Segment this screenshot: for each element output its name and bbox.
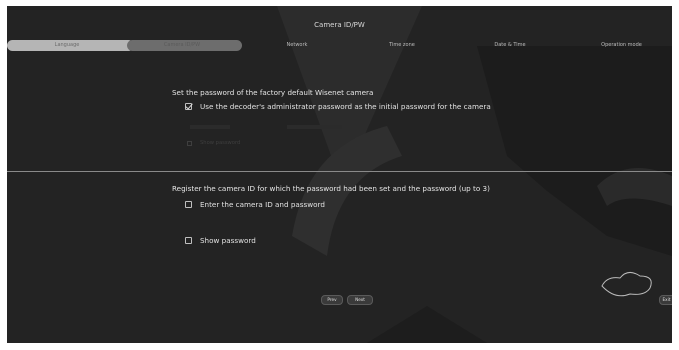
enter-camera-id-label: Enter the camera ID and password: [200, 200, 325, 209]
page-title: Camera ID/PW: [314, 21, 365, 29]
step-time-zone: Time zone: [389, 42, 415, 48]
section-divider: [7, 171, 672, 172]
faded-field-label-1: [190, 125, 230, 129]
show-password-label: Show password: [200, 236, 256, 245]
faded-show-password-label: Show password: [200, 140, 241, 146]
step-operation-mode: Operation mode: [601, 42, 642, 48]
next-button[interactable]: Next: [347, 295, 373, 305]
register-section-heading: Register the camera ID for which the pas…: [172, 184, 490, 193]
password-section-heading: Set the password of the factory default …: [172, 88, 374, 97]
use-admin-password-option[interactable]: Use the decoder's administrator password…: [185, 102, 491, 111]
show-password-checkbox[interactable]: [185, 237, 192, 244]
use-admin-password-label: Use the decoder's administrator password…: [200, 102, 491, 111]
step-network: Network: [286, 42, 308, 48]
step-date-time: Date & Time: [494, 42, 526, 48]
wizard-steps: Language Camera ID/PW Network Time zone …: [7, 39, 672, 53]
enter-camera-id-checkbox[interactable]: [185, 201, 192, 208]
faded-show-password-checkbox: [187, 141, 192, 146]
background-watermark: [277, 6, 672, 343]
enter-camera-id-option[interactable]: Enter the camera ID and password: [185, 200, 325, 209]
use-admin-password-checkbox[interactable]: [185, 103, 192, 110]
step-camera-idpw: Camera ID/PW: [163, 42, 201, 48]
setup-wizard-screen: Camera ID/PW Language Camera ID/PW Netwo…: [7, 6, 672, 343]
prev-button[interactable]: Prev: [321, 295, 343, 305]
step-language: Language: [54, 42, 80, 48]
exit-button[interactable]: Exit: [659, 295, 672, 305]
faded-field-label-2: [287, 125, 342, 129]
show-password-option[interactable]: Show password: [185, 236, 256, 245]
